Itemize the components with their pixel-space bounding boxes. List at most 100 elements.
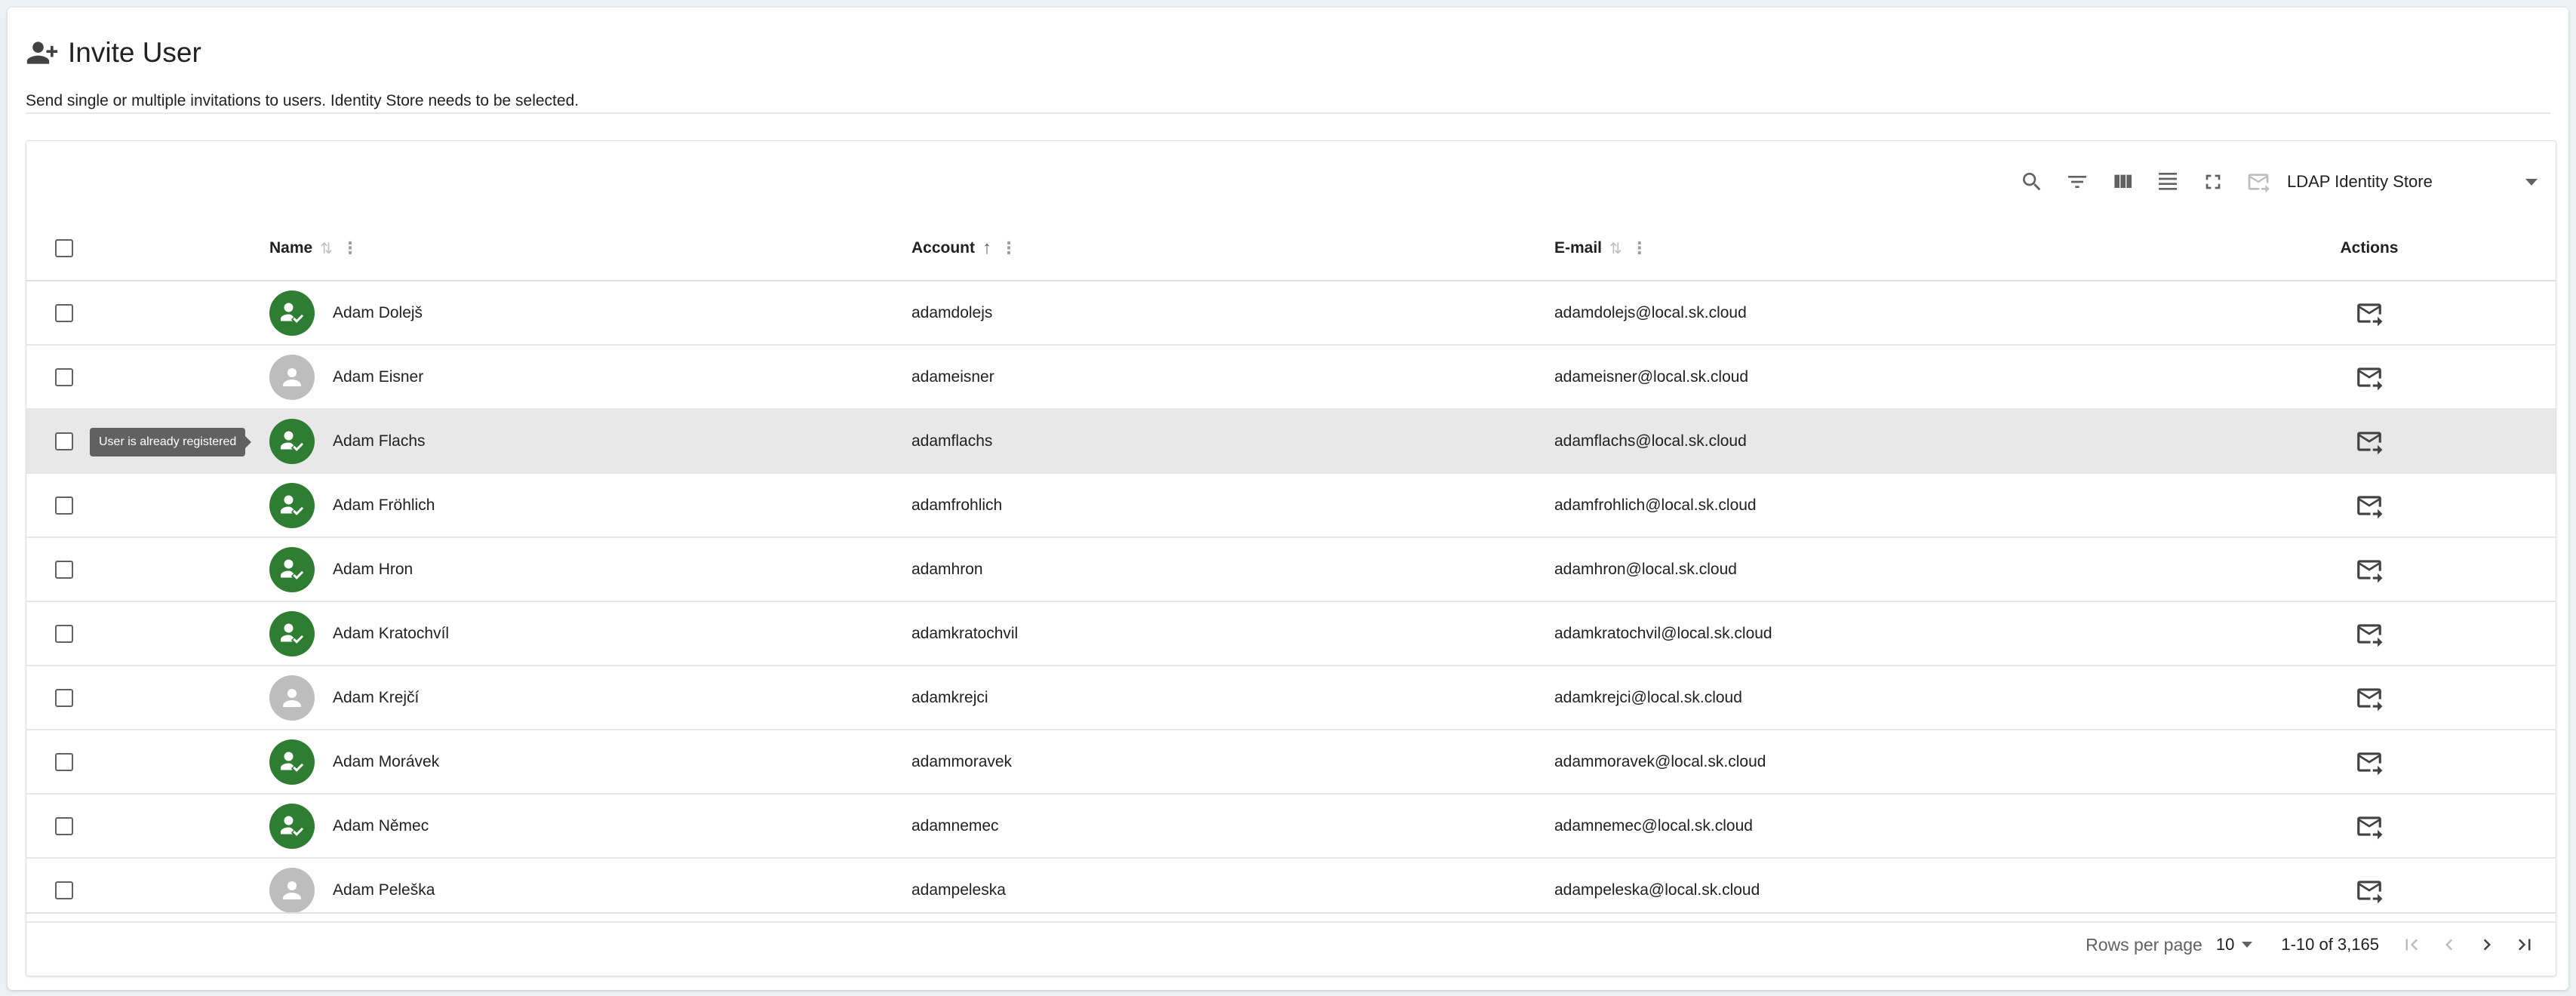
columns-button[interactable] <box>2106 165 2139 198</box>
name-cell: Adam Kratochvíl <box>269 602 449 665</box>
avatar <box>269 867 315 913</box>
send-invitation-button[interactable] <box>2354 683 2384 713</box>
account-cell: adamflachs <box>911 410 992 472</box>
email-cell: adamkratochvil@local.sk.cloud <box>1554 602 1772 665</box>
send-invitation-button[interactable] <box>2354 875 2384 905</box>
send-invitation-button[interactable] <box>2354 619 2384 649</box>
row-checkbox[interactable] <box>55 816 73 835</box>
row-checkbox[interactable] <box>55 367 73 386</box>
avatar <box>269 546 315 592</box>
previous-page-button[interactable] <box>2430 926 2468 964</box>
select-all-checkbox[interactable] <box>55 239 73 257</box>
title-row: Invite User <box>26 32 2550 74</box>
row-checkbox-cell <box>55 795 73 857</box>
sort-icon[interactable]: ⇅ <box>1609 239 1622 258</box>
user-account: adamflachs <box>911 432 993 450</box>
sort-icon[interactable]: ⇅ <box>320 239 333 258</box>
send-invitation-button[interactable] <box>2354 298 2384 328</box>
invite-user-page: Invite User Send single or multiple invi… <box>8 8 2568 990</box>
row-checkbox[interactable] <box>55 432 73 450</box>
first-page-button[interactable] <box>2393 926 2430 964</box>
avatar <box>269 418 315 464</box>
table-row[interactable]: Adam Kratochvíl adamkratochvil adamkratoch… <box>26 602 2556 666</box>
actions-cell <box>2313 602 2426 665</box>
row-checkbox-cell <box>55 538 73 601</box>
first-page-icon <box>2405 939 2418 951</box>
last-page-button[interactable] <box>2506 926 2544 964</box>
row-checkbox[interactable] <box>55 881 73 899</box>
page-header: Invite User Send single or multiple invi… <box>26 32 2550 110</box>
table-row[interactable]: Adam Hron adamhron adamhron@local.sk.cloud <box>26 538 2556 602</box>
actions-cell <box>2313 346 2426 408</box>
avatar <box>269 739 315 785</box>
table-row[interactable]: Adam Morávek adammoravek adammoravek@local… <box>26 730 2556 795</box>
send-invitation-button[interactable] <box>2354 490 2384 521</box>
rows-per-page-select[interactable]: 10 <box>2216 935 2253 954</box>
search-button[interactable] <box>2015 165 2049 198</box>
column-header-name[interactable]: Name ⇅ ⋮ <box>269 217 358 280</box>
column-actions-label: Actions <box>2340 239 2399 257</box>
send-invitation-button[interactable] <box>2354 747 2384 777</box>
bulk-invite-button[interactable] <box>2242 165 2275 198</box>
next-page-button[interactable] <box>2468 926 2506 964</box>
pagination-range: 1-10 of 3,165 <box>2281 935 2379 954</box>
send-invitation-button[interactable] <box>2354 555 2384 585</box>
invite-mail-icon <box>2357 367 2383 390</box>
table-row[interactable]: Adam Krejčí adamkrejci adamkrejci@local.sk… <box>26 666 2556 730</box>
table-pagination: Rows per page 10 1-10 of 3,165 <box>26 912 2556 976</box>
actions-cell <box>2313 410 2426 472</box>
column-header-email[interactable]: E-mail ⇅ ⋮ <box>1554 217 1648 280</box>
send-invitation-button[interactable] <box>2354 426 2384 456</box>
send-invitation-button[interactable] <box>2354 362 2384 392</box>
table-row[interactable]: Adam Dolejš adamdolejs adamdolejs@local.sk… <box>26 281 2556 346</box>
identity-store-value: LDAP Identity Store <box>2287 172 2433 191</box>
row-checkbox-cell <box>55 602 73 665</box>
invite-mail-icon <box>2357 559 2383 583</box>
table-body: Adam Dolejš adamdolejs adamdolejs@local.sk… <box>26 281 2556 923</box>
table-row[interactable]: Adam Fröhlich adamfrohlich adamfrohlich@lo… <box>26 474 2556 538</box>
caret-down-icon <box>2525 178 2538 186</box>
table-row[interactable]: Adam Eisner adameisner adameisner@local.sk… <box>26 346 2556 410</box>
row-checkbox-cell <box>55 346 73 408</box>
row-checkbox[interactable] <box>55 752 73 771</box>
email-cell: adamfrohlich@local.sk.cloud <box>1554 474 1757 536</box>
email-cell: adamflachs@local.sk.cloud <box>1554 410 1747 472</box>
row-checkbox[interactable] <box>55 303 73 322</box>
user-name: Adam Kratochvíl <box>333 624 450 642</box>
email-cell: adameisner@local.sk.cloud <box>1554 346 1748 408</box>
actions-cell <box>2313 474 2426 536</box>
column-menu-icon[interactable]: ⋮ <box>1631 238 1648 258</box>
fullscreen-button[interactable] <box>2196 165 2230 198</box>
table-row[interactable]: Adam Flachs adamflachs adamflachs@local.sk… <box>26 410 2556 474</box>
row-checkbox[interactable] <box>55 688 73 707</box>
identity-store-select[interactable]: LDAP Identity Store <box>2287 164 2544 200</box>
user-name: Adam Morávek <box>333 752 440 770</box>
user-name: Adam Němec <box>333 816 429 835</box>
rows-per-page-label: Rows per page <box>2086 934 2203 954</box>
pagination-controls <box>2393 926 2544 964</box>
user-account: adameisner <box>911 367 994 386</box>
sort-ascending-icon[interactable]: ↑ <box>982 238 991 259</box>
send-invitation-button[interactable] <box>2354 811 2384 841</box>
account-cell: adamkratochvil <box>911 602 1018 665</box>
avatar <box>269 803 315 849</box>
column-header-actions: Actions <box>2313 217 2426 280</box>
person-check-icon <box>281 495 304 515</box>
account-cell: adammoravek <box>911 730 1012 793</box>
column-menu-icon[interactable]: ⋮ <box>1001 238 1017 258</box>
account-cell: adamnemec <box>911 795 999 857</box>
density-button[interactable] <box>2151 165 2184 198</box>
row-checkbox[interactable] <box>55 560 73 579</box>
row-checkbox-cell <box>55 730 73 793</box>
filter-button[interactable] <box>2061 165 2094 198</box>
name-cell: Adam Morávek <box>269 730 439 793</box>
row-checkbox[interactable] <box>55 624 73 643</box>
row-checkbox[interactable] <box>55 496 73 515</box>
user-email: adamnemec@local.sk.cloud <box>1554 816 1753 835</box>
invite-mail-icon <box>2357 623 2383 647</box>
table-row[interactable]: Adam Němec adamnemec adamnemec@local.sk.cl… <box>26 795 2556 859</box>
column-menu-icon[interactable]: ⋮ <box>342 238 358 258</box>
email-cell: adamnemec@local.sk.cloud <box>1554 795 1753 857</box>
column-header-account[interactable]: Account ↑ ⋮ <box>911 217 1017 280</box>
user-name: Adam Eisner <box>333 367 424 386</box>
